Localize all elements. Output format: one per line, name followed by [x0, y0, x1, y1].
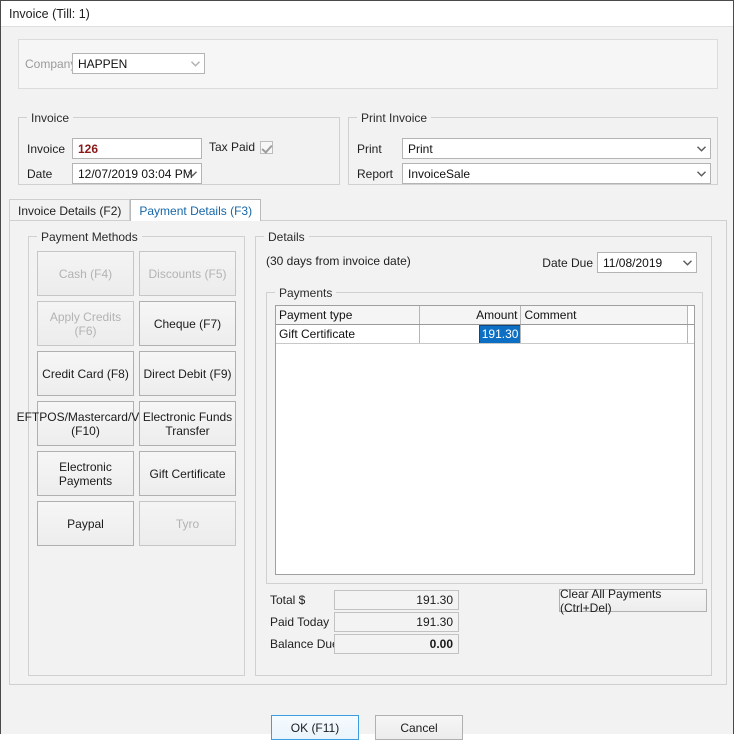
- date-due-label: Date Due: [542, 256, 593, 270]
- cell-comment[interactable]: [521, 325, 688, 343]
- title-bar: Invoice (Till: 1): [1, 1, 733, 27]
- date-due-value: 11/08/2019: [603, 256, 662, 270]
- company-value: HAPPEN: [78, 57, 127, 71]
- chevron-down-icon: [693, 164, 710, 183]
- window-title: Invoice (Till: 1): [9, 7, 90, 21]
- paid-today-value-field: 191.30: [334, 612, 459, 632]
- print-value: Print: [408, 142, 433, 156]
- tab-strip: Invoice Details (F2) Payment Details (F3…: [9, 199, 727, 221]
- payments-grid[interactable]: Payment type Amount Comment Gift Certifi…: [275, 305, 695, 575]
- details-group-title: Details: [264, 230, 309, 244]
- payment-methods-group: Payment Methods Cash (F4) Discounts (F5)…: [28, 236, 245, 676]
- chevron-down-icon: [184, 164, 201, 183]
- column-header-comment[interactable]: Comment: [521, 306, 688, 324]
- company-label: Company: [25, 57, 76, 71]
- print-invoice-group: Print Invoice Print Print Report Invoice…: [348, 117, 718, 185]
- chevron-down-icon: [693, 139, 710, 158]
- print-dropdown[interactable]: Print: [402, 138, 711, 159]
- payment-method-eft-button[interactable]: Electronic Funds Transfer: [139, 401, 236, 446]
- report-label: Report: [357, 167, 393, 181]
- payment-methods-button-grid: Cash (F4) Discounts (F5) Apply Credits (…: [37, 251, 237, 546]
- invoice-number-field[interactable]: 126: [72, 138, 202, 159]
- balance-due-label: Balance Due: [270, 637, 339, 651]
- payment-method-direct-debit-button[interactable]: Direct Debit (F9): [139, 351, 236, 396]
- company-dropdown[interactable]: HAPPEN: [72, 53, 205, 74]
- invoice-dialog-window: Invoice (Till: 1) Company HAPPEN Invoice…: [0, 0, 734, 734]
- balance-due-value-field: 0.00: [334, 634, 459, 654]
- table-row[interactable]: Gift Certificate 191.30: [276, 325, 694, 344]
- invoice-date-label: Date: [27, 167, 52, 181]
- details-group: Details (30 days from invoice date) Date…: [255, 236, 712, 676]
- ok-button[interactable]: OK (F11): [271, 715, 359, 740]
- total-value: 191.30: [416, 593, 453, 607]
- payment-details-panel: Payment Methods Cash (F4) Discounts (F5)…: [9, 220, 727, 685]
- tab-payment-details[interactable]: Payment Details (F3): [130, 199, 261, 221]
- tax-paid-checkbox[interactable]: [260, 141, 273, 154]
- invoice-number-value: 126: [78, 142, 98, 156]
- payment-methods-title: Payment Methods: [37, 230, 142, 244]
- date-due-picker[interactable]: 11/08/2019: [597, 252, 697, 273]
- payments-group-title: Payments: [275, 286, 336, 300]
- payment-method-discounts-button[interactable]: Discounts (F5): [139, 251, 236, 296]
- payment-method-tyro-button[interactable]: Tyro: [139, 501, 236, 546]
- column-header-amount[interactable]: Amount: [420, 306, 522, 324]
- cell-amount[interactable]: 191.30: [420, 325, 521, 343]
- total-value-field: 191.30: [334, 590, 459, 610]
- cell-filler: [688, 325, 694, 343]
- cell-payment-type[interactable]: Gift Certificate: [276, 325, 420, 343]
- paid-today-value: 191.30: [416, 615, 453, 629]
- tax-paid-group: Tax Paid: [209, 140, 273, 154]
- invoice-group: Invoice Invoice 126 Tax Paid Date 12/07/…: [18, 117, 340, 185]
- invoice-group-title: Invoice: [27, 111, 73, 125]
- chevron-down-icon: [679, 253, 696, 272]
- cell-amount-selected-text: 191.30: [480, 326, 521, 343]
- clear-all-payments-button[interactable]: Clear All Payments (Ctrl+Del): [559, 589, 707, 612]
- dialog-client-area: Company HAPPEN Invoice Invoice 126 Tax P…: [1, 27, 733, 734]
- column-header-payment-type[interactable]: Payment type: [276, 306, 420, 324]
- payments-grid-header: Payment type Amount Comment: [276, 306, 694, 325]
- payment-method-paypal-button[interactable]: Paypal: [37, 501, 134, 546]
- invoice-date-picker[interactable]: 12/07/2019 03:04 PM: [72, 163, 202, 184]
- paid-today-label: Paid Today: [270, 615, 329, 629]
- payment-method-cash-button[interactable]: Cash (F4): [37, 251, 134, 296]
- tab-invoice-details[interactable]: Invoice Details (F2): [9, 199, 130, 221]
- invoice-date-value: 12/07/2019 03:04 PM: [78, 167, 193, 181]
- invoice-terms-note: (30 days from invoice date): [266, 254, 411, 268]
- column-header-filler: [688, 306, 694, 324]
- payment-method-eftpos-button[interactable]: EFTPOS/Mastercard/Visa (F10): [37, 401, 134, 446]
- payment-method-apply-credits-button[interactable]: Apply Credits (F6): [37, 301, 134, 346]
- report-dropdown[interactable]: InvoiceSale: [402, 163, 711, 184]
- payment-method-electronic-payments-button[interactable]: Electronic Payments: [37, 451, 134, 496]
- print-label: Print: [357, 142, 382, 156]
- balance-due-value: 0.00: [430, 637, 453, 651]
- invoice-number-label: Invoice: [27, 142, 65, 156]
- total-label: Total $: [270, 593, 305, 607]
- payment-method-credit-card-button[interactable]: Credit Card (F8): [37, 351, 134, 396]
- tax-paid-label: Tax Paid: [209, 140, 255, 154]
- payment-method-cheque-button[interactable]: Cheque (F7): [139, 301, 236, 346]
- payment-method-gift-certificate-button[interactable]: Gift Certificate: [139, 451, 236, 496]
- report-value: InvoiceSale: [408, 167, 470, 181]
- dialog-footer: OK (F11) Cancel: [1, 692, 733, 734]
- print-invoice-group-title: Print Invoice: [357, 111, 431, 125]
- cancel-button[interactable]: Cancel: [375, 715, 463, 740]
- chevron-down-icon: [187, 54, 204, 73]
- payments-group: Payments Payment type Amount Comment Gif…: [266, 292, 703, 584]
- company-panel: Company HAPPEN: [18, 39, 718, 89]
